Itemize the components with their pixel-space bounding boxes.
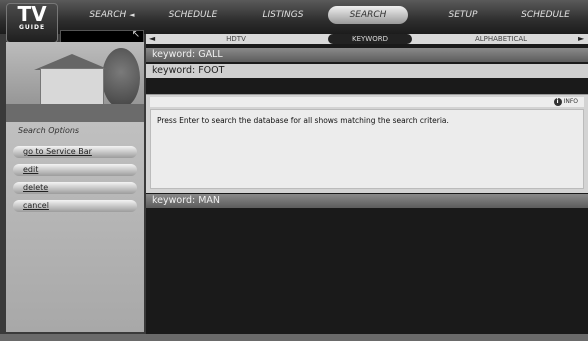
logo-main-text: TV xyxy=(17,2,47,26)
keyword-row-man[interactable]: keyword: MAN xyxy=(146,194,588,208)
tab-search-active[interactable]: SEARCH xyxy=(328,6,408,24)
subtab-hdtv[interactable]: HDTV xyxy=(196,34,276,44)
left-panel: Search Options go to Service Bar edit de… xyxy=(6,42,144,332)
help-message: Press Enter to search the database for a… xyxy=(157,116,449,125)
go-to-service-bar-button[interactable]: go to Service Bar xyxy=(13,146,137,158)
logo-sub-text: GUIDE xyxy=(18,24,46,31)
main-content: ◄ HDTV KEYWORD ALPHABETICAL ► keyword: G… xyxy=(146,34,588,334)
top-navigation-bar: SEARCH ◄ SCHEDULE LISTINGS SEARCH SETUP … xyxy=(0,0,588,34)
tab-schedule-right[interactable]: SCHEDULE xyxy=(508,6,583,24)
tv-guide-logo: TV GUIDE xyxy=(6,3,58,43)
search-options-label: Search Options xyxy=(18,126,80,135)
keyword-row-gall[interactable]: keyword: GALL xyxy=(146,48,588,62)
delete-button[interactable]: delete xyxy=(13,182,137,194)
subtab-keyword[interactable]: KEYWORD xyxy=(328,34,412,44)
cancel-button[interactable]: cancel xyxy=(13,200,137,212)
arrow-icon: ↖ xyxy=(131,29,140,40)
house-graphic xyxy=(40,68,104,106)
left-arrow-icon[interactable]: ◄ xyxy=(149,34,155,44)
details-panel: i INFO Press Enter to search the database… xyxy=(146,94,588,193)
info-icon: i xyxy=(553,98,562,106)
right-arrow-icon[interactable]: ► xyxy=(578,34,584,44)
keyword-row-foot[interactable]: keyword: FOOT xyxy=(146,64,588,78)
info-button[interactable]: i INFO xyxy=(553,97,578,107)
message-box: Press Enter to search the database for a… xyxy=(150,109,584,189)
info-bar: i INFO xyxy=(150,97,584,107)
tab-setup[interactable]: SETUP xyxy=(428,6,498,24)
fence-graphic xyxy=(6,104,144,122)
subtab-alphabetical[interactable]: ALPHABETICAL xyxy=(456,34,546,44)
preview-thumbnail xyxy=(6,42,144,122)
top-tabs: SEARCH ◄ SCHEDULE LISTINGS SEARCH SETUP … xyxy=(88,6,588,26)
info-label: INFO xyxy=(563,98,578,105)
tab-schedule[interactable]: SCHEDULE xyxy=(158,6,228,24)
tab-listings[interactable]: LISTINGS xyxy=(248,6,318,24)
bottom-bar xyxy=(0,334,588,341)
sub-tabs: ◄ HDTV KEYWORD ALPHABETICAL ► xyxy=(146,34,588,44)
edit-button[interactable]: edit xyxy=(13,164,137,176)
tab-search-left[interactable]: SEARCH ◄ xyxy=(88,6,136,24)
